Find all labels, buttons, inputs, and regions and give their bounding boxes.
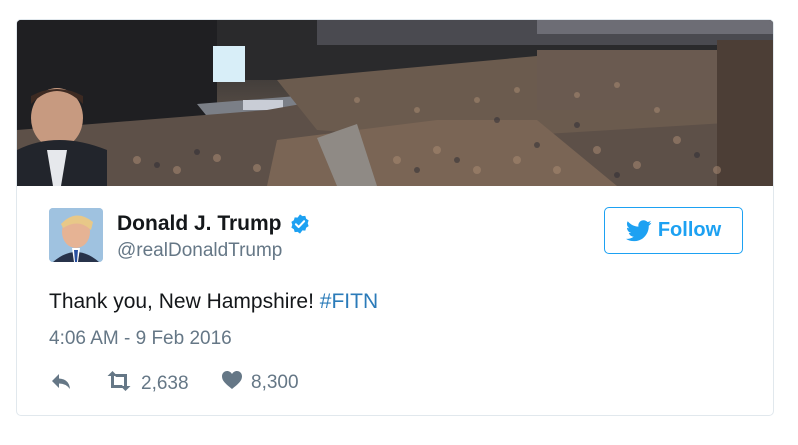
author-display-name[interactable]: Donald J. Trump [117,212,282,236]
like-button[interactable]: 8,300 [221,370,299,395]
hashtag-link[interactable]: #FITN [320,290,378,313]
reply-button[interactable] [49,370,73,397]
like-count: 8,300 [251,371,299,393]
retweet-count: 2,638 [141,372,189,394]
tweet-text-body: Thank you, New Hampshire! [49,290,314,313]
avatar-image [49,208,103,262]
verified-badge-icon [289,213,311,235]
arena-crowd-image [17,20,773,186]
tweet-text: Thank you, New Hampshire! #FITN [49,290,378,314]
tweet-timestamp[interactable]: 4:06 AM - 9 Feb 2016 [49,328,232,350]
embedded-tweet-card: Donald J. Trump @realDonaldTrump Follow … [16,19,774,416]
author-avatar[interactable] [49,208,103,262]
tweet-photo[interactable] [17,20,773,186]
follow-label: Follow [657,219,722,241]
retweet-icon [105,370,133,397]
follow-button[interactable]: Follow [604,207,743,254]
author-handle[interactable]: @realDonaldTrump [117,240,282,262]
heart-icon [221,370,243,395]
reply-icon [49,370,73,397]
author-name-row: Donald J. Trump [117,212,311,236]
twitter-bird-icon [625,219,652,242]
retweet-button[interactable]: 2,638 [105,370,189,397]
